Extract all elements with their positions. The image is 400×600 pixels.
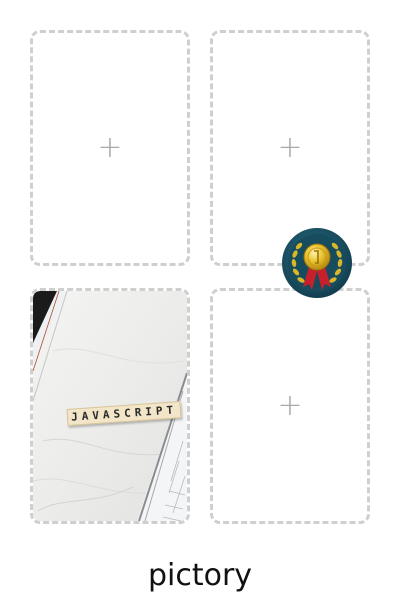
filled-photo-slot[interactable]: JAVASCRIPT: [30, 288, 190, 524]
award-medal-icon[interactable]: [281, 227, 353, 299]
empty-photo-slot-4[interactable]: +: [210, 288, 370, 524]
javascript-photo: JAVASCRIPT: [33, 291, 187, 521]
empty-photo-slot-1[interactable]: +: [30, 30, 190, 266]
photo-grid: + + JAVASCRIPT + pictory: [0, 0, 400, 600]
caption-text: pictory: [147, 558, 253, 593]
plus-icon: +: [97, 130, 123, 165]
plus-icon: +: [277, 388, 303, 423]
